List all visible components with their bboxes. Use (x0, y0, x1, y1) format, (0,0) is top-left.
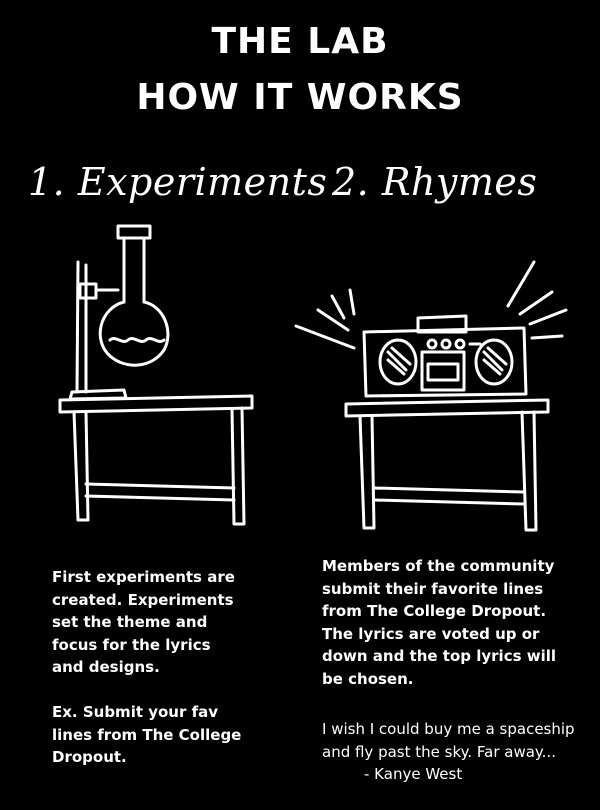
quote-attribution: - Kanye West (364, 765, 463, 783)
experiments-description: First experiments are created. Experimen… (52, 568, 235, 676)
boombox-table-illustration (294, 260, 568, 532)
flask-icon (98, 224, 170, 367)
flask-table-illustration (58, 224, 254, 526)
ring-stand-icon (68, 260, 128, 401)
rhymes-quote: I wish I could buy me a spaceship and fl… (322, 718, 575, 786)
boombox-icon (362, 314, 528, 398)
experiments-example: Ex. Submit your fav lines from The Colle… (52, 703, 242, 766)
rhymes-description: Members of the community submit their fa… (322, 557, 557, 688)
